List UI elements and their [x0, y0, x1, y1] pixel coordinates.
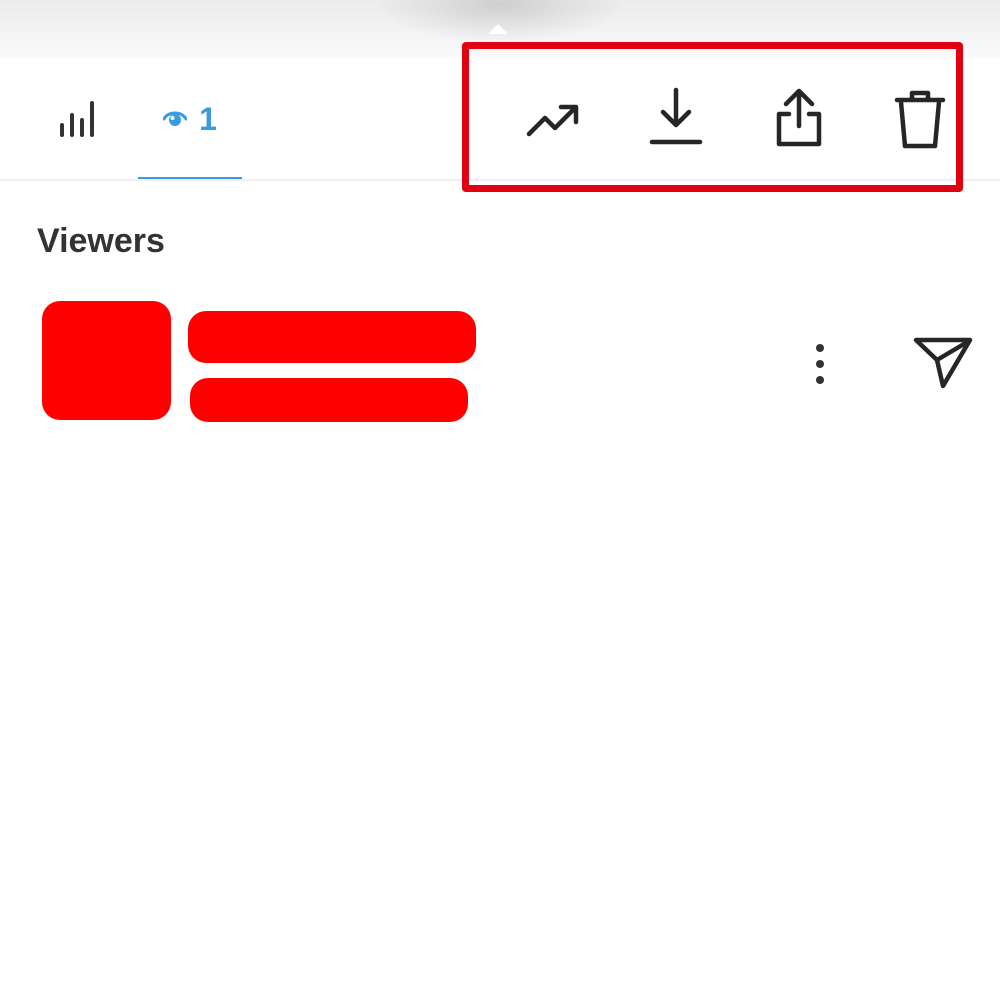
backdrop-blur [380, 0, 620, 40]
download-icon [649, 87, 703, 145]
trash-icon [894, 90, 946, 149]
bar-chart-icon [60, 101, 94, 137]
trending-up-icon [526, 104, 579, 137]
tab-insights[interactable] [40, 58, 120, 180]
share-button[interactable] [764, 84, 834, 154]
download-button[interactable] [641, 84, 711, 154]
redacted-full-name [190, 378, 468, 422]
sheet-pointer [488, 24, 508, 34]
redacted-avatar [42, 301, 171, 420]
viewer-list-item[interactable] [0, 296, 1000, 426]
viewer-count: 1 [199, 100, 217, 137]
share-icon [776, 88, 822, 147]
delete-button[interactable] [885, 84, 955, 154]
viewers-section-title: Viewers [37, 222, 165, 260]
viewer-more-options-button[interactable] [800, 336, 840, 392]
send-message-button[interactable] [908, 332, 978, 392]
paper-plane-icon [913, 337, 973, 389]
eye-icon [163, 111, 188, 126]
redacted-username [188, 311, 476, 363]
more-vertical-icon [816, 344, 824, 384]
promote-button[interactable] [518, 84, 588, 154]
tab-viewers[interactable]: 1 [138, 58, 242, 180]
